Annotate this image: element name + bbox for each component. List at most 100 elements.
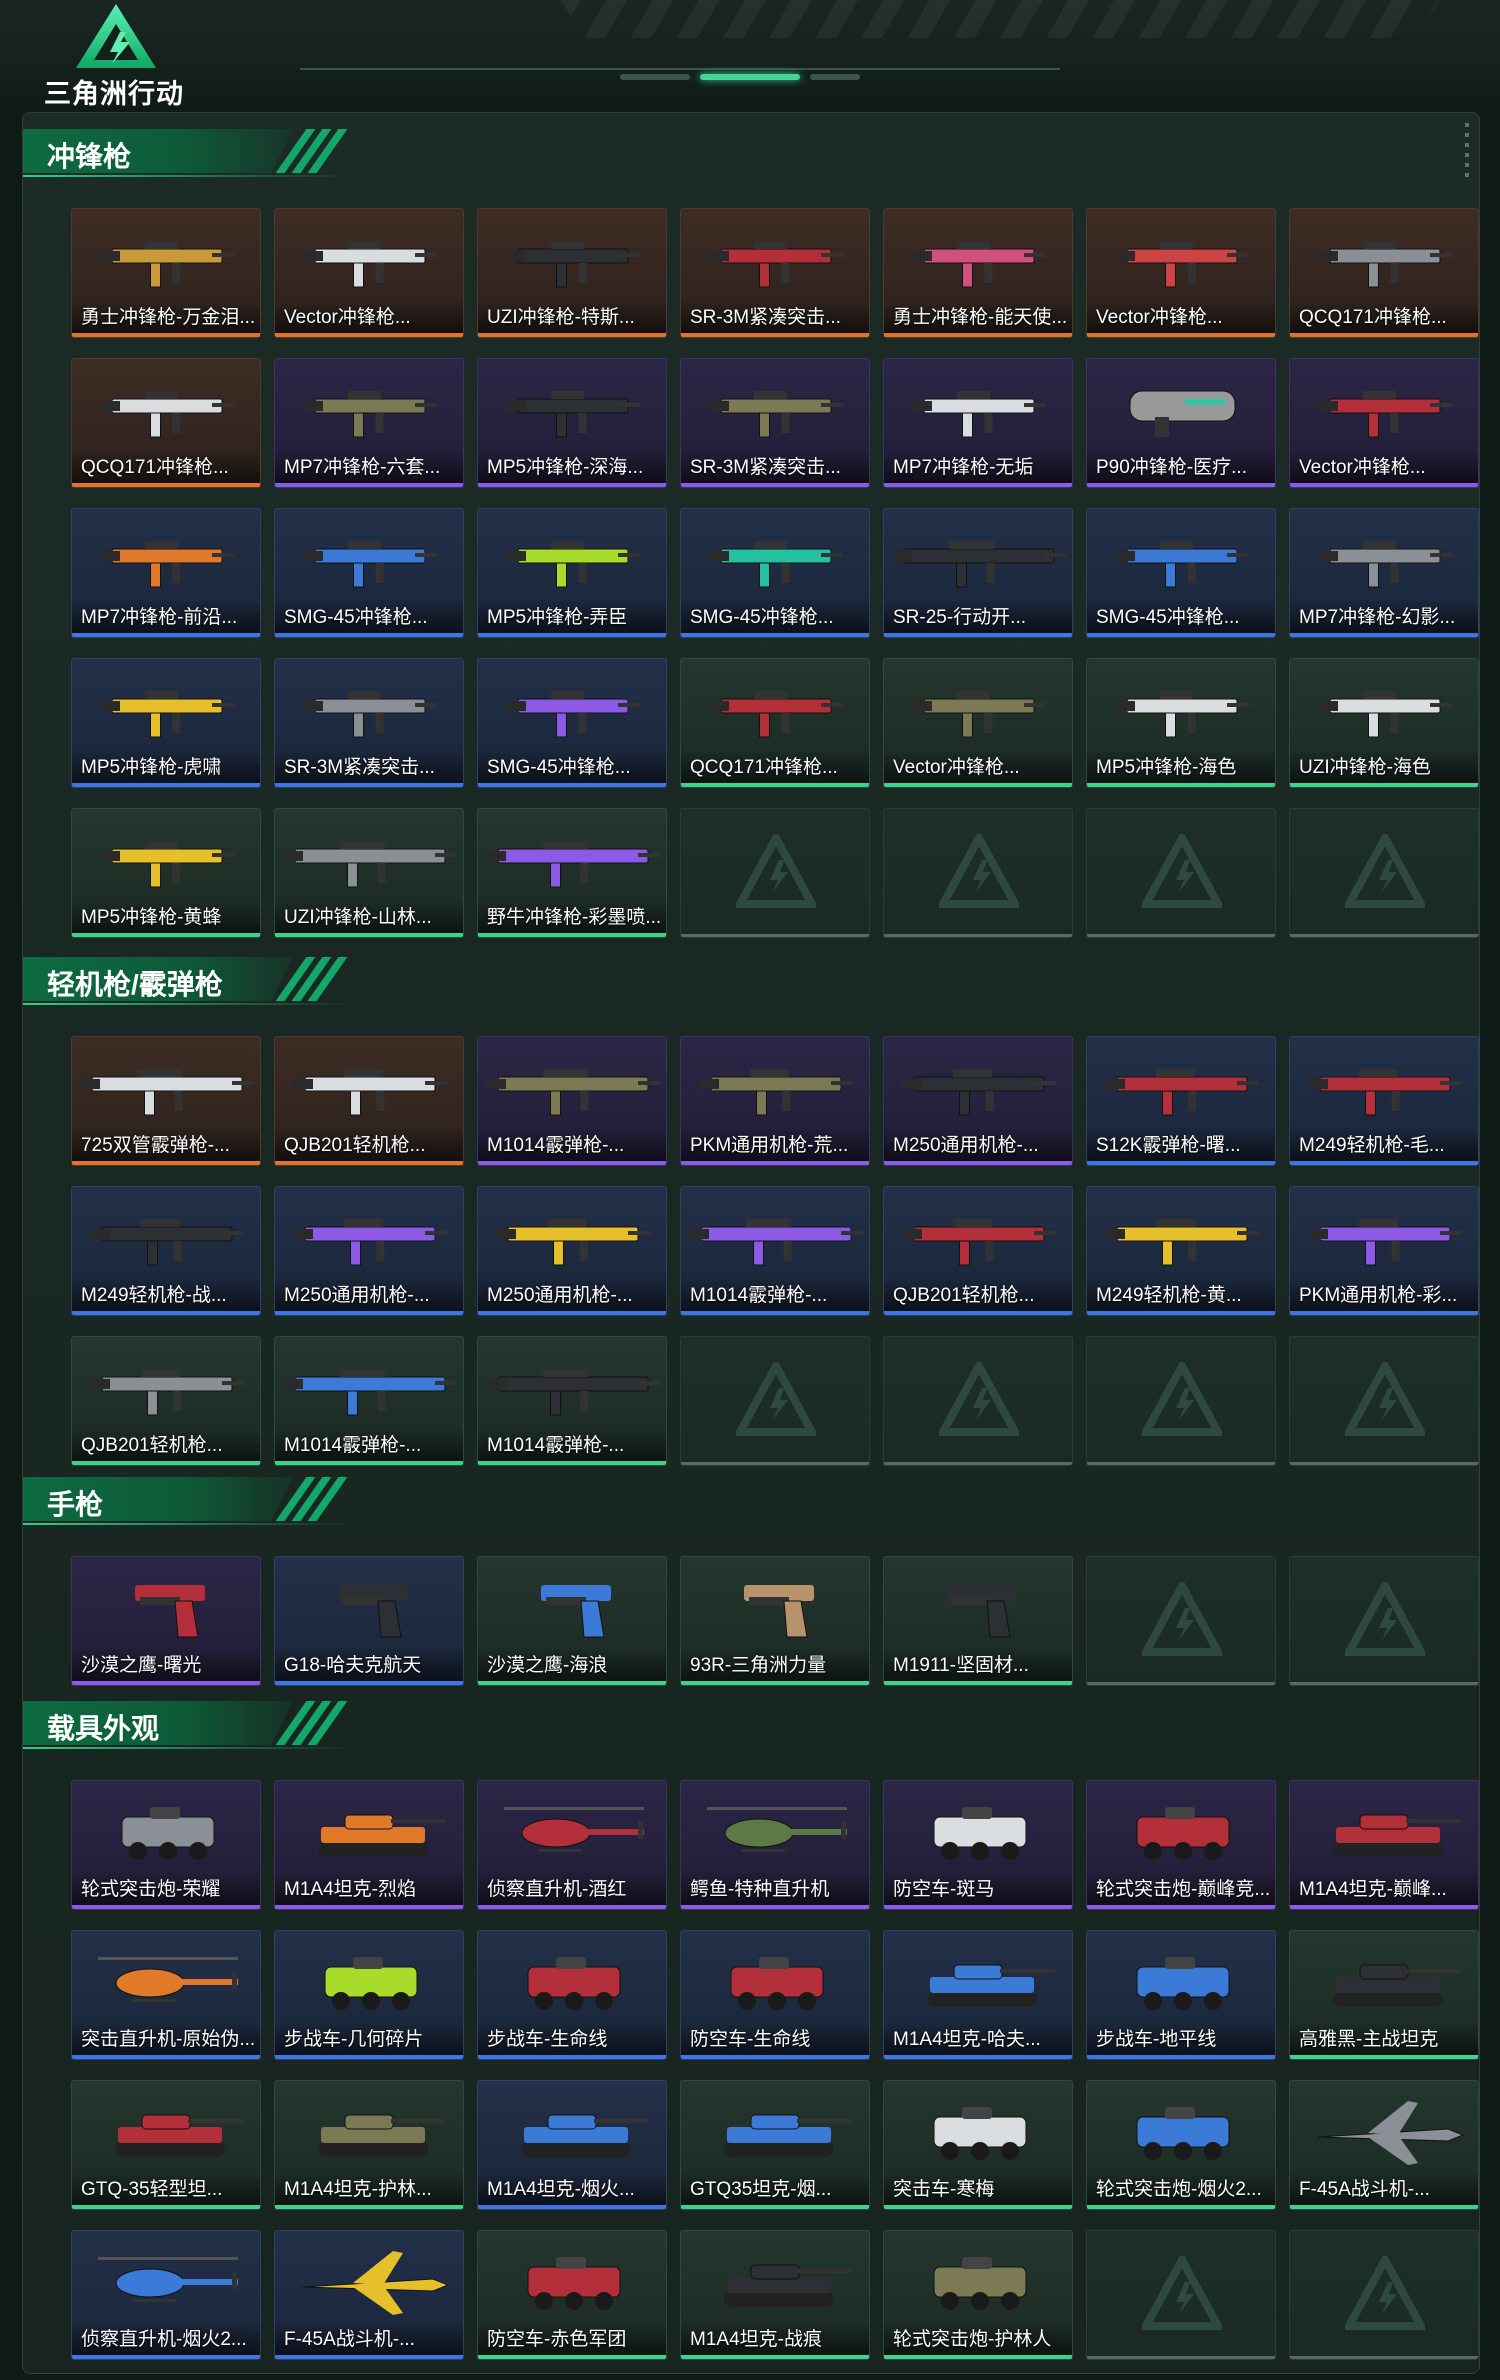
item-card[interactable]: M249轻机枪-黄... bbox=[1086, 1186, 1276, 1316]
item-card[interactable]: 轮式突击炮-护林人 bbox=[883, 2230, 1073, 2360]
item-card[interactable]: 鳄鱼-特种直升机 bbox=[680, 1780, 870, 1910]
item-card[interactable]: QJB201轻机枪... bbox=[71, 1336, 261, 1466]
item-card[interactable]: QCQ171冲锋枪... bbox=[1289, 208, 1479, 338]
item-card[interactable]: 步战车-地平线 bbox=[1086, 1930, 1276, 2060]
item-card[interactable]: M1014霰弹枪-... bbox=[680, 1186, 870, 1316]
item-card[interactable]: MP5冲锋枪-弄臣 bbox=[477, 508, 667, 638]
item-card[interactable]: M1911-坚固材... bbox=[883, 1556, 1073, 1686]
item-grid: 沙漠之鹰-曙光 G18-哈夫克航天 沙漠之鹰-海浪 93R-三角洲力量 M191… bbox=[71, 1556, 1479, 1686]
item-card[interactable]: MP7冲锋枪-六套... bbox=[274, 358, 464, 488]
item-card[interactable]: PKM通用机枪-彩... bbox=[1289, 1186, 1479, 1316]
item-card[interactable]: 沙漠之鹰-曙光 bbox=[71, 1556, 261, 1686]
item-card[interactable]: MP7冲锋枪-幻影... bbox=[1289, 508, 1479, 638]
item-card[interactable]: Vector冲锋枪... bbox=[1086, 208, 1276, 338]
item-card[interactable]: GTQ-35轻型坦... bbox=[71, 2080, 261, 2210]
item-card[interactable]: SMG-45冲锋枪... bbox=[274, 508, 464, 638]
lmg-violet-icon bbox=[1298, 1197, 1472, 1277]
item-grid: 勇士冲锋枪-万金泪... Vector冲锋枪... UZI冲锋枪-特斯... S… bbox=[71, 208, 1479, 938]
item-card[interactable]: 防空车-赤色军团 bbox=[477, 2230, 667, 2360]
smg-red-icon bbox=[689, 669, 863, 749]
item-card[interactable]: P90冲锋枪-医疗... bbox=[1086, 358, 1276, 488]
item-card[interactable]: Vector冲锋枪... bbox=[883, 658, 1073, 788]
item-card[interactable]: 突击车-寒梅 bbox=[883, 2080, 1073, 2210]
lmg-yellow-icon bbox=[486, 1197, 660, 1277]
item-card[interactable]: MP5冲锋枪-深海... bbox=[477, 358, 667, 488]
item-card[interactable]: 勇士冲锋枪-能天使... bbox=[883, 208, 1073, 338]
item-card[interactable]: UZI冲锋枪-特斯... bbox=[477, 208, 667, 338]
item-card[interactable]: M250通用机枪-... bbox=[477, 1186, 667, 1316]
item-card[interactable]: PKM通用机枪-荒... bbox=[680, 1036, 870, 1166]
item-card[interactable]: QCQ171冲锋枪... bbox=[680, 658, 870, 788]
item-label: M249轻机枪-黄... bbox=[1096, 1285, 1242, 1306]
item-card[interactable]: MP7冲锋枪-前沿... bbox=[71, 508, 261, 638]
item-card[interactable]: SR-25-行动开... bbox=[883, 508, 1073, 638]
item-card[interactable]: 防空车-斑马 bbox=[883, 1780, 1073, 1910]
item-card[interactable]: M1A4坦克-烟火... bbox=[477, 2080, 667, 2210]
item-card[interactable]: 轮式突击炮-烟火2... bbox=[1086, 2080, 1276, 2210]
item-card[interactable]: SMG-45冲锋枪... bbox=[1086, 508, 1276, 638]
item-card[interactable]: 93R-三角洲力量 bbox=[680, 1556, 870, 1686]
item-card[interactable]: UZI冲锋枪-海色 bbox=[1289, 658, 1479, 788]
item-card[interactable]: 侦察直升机-烟火2... bbox=[71, 2230, 261, 2360]
item-card[interactable]: 725双管霰弹枪-... bbox=[71, 1036, 261, 1166]
item-card[interactable]: M1A4坦克-哈夫... bbox=[883, 1930, 1073, 2060]
item-card[interactable]: 突击直升机-原始伪... bbox=[71, 1930, 261, 2060]
item-card[interactable]: M250通用机枪-... bbox=[274, 1186, 464, 1316]
item-card[interactable]: QJB201轻机枪... bbox=[883, 1186, 1073, 1316]
rifle-camo-icon bbox=[486, 1047, 660, 1127]
item-card[interactable]: M1014霰弹枪-... bbox=[477, 1036, 667, 1166]
vehicle-camo-icon bbox=[892, 2241, 1066, 2321]
item-card[interactable]: M249轻机枪-毛... bbox=[1289, 1036, 1479, 1166]
item-card[interactable]: F-45A战斗机-... bbox=[1289, 2080, 1479, 2210]
item-card[interactable]: Vector冲锋枪... bbox=[1289, 358, 1479, 488]
smg-blue-icon bbox=[1095, 519, 1269, 599]
item-card[interactable]: SR-3M紧凑突击... bbox=[680, 208, 870, 338]
rarity-bar bbox=[1290, 1311, 1478, 1315]
item-card[interactable]: 沙漠之鹰-海浪 bbox=[477, 1556, 667, 1686]
item-label: SMG-45冲锋枪... bbox=[487, 757, 631, 778]
item-card[interactable]: QCQ171冲锋枪... bbox=[71, 358, 261, 488]
item-card[interactable]: M250通用机枪-... bbox=[883, 1036, 1073, 1166]
item-card[interactable]: F-45A战斗机-... bbox=[274, 2230, 464, 2360]
logo-text: 三角洲行动 bbox=[44, 79, 184, 109]
item-card[interactable]: 野牛冲锋枪-彩墨喷... bbox=[477, 808, 667, 938]
item-card[interactable]: SR-3M紧凑突击... bbox=[274, 658, 464, 788]
smg-camo-icon bbox=[892, 669, 1066, 749]
item-card[interactable]: M1A4坦克-巅峰... bbox=[1289, 1780, 1479, 1910]
item-card[interactable]: 轮式突击炮-巅峰竞... bbox=[1086, 1780, 1276, 1910]
item-card[interactable]: 高雅黑-主战坦克 bbox=[1289, 1930, 1479, 2060]
rarity-bar bbox=[478, 2055, 666, 2059]
item-card[interactable]: QJB201轻机枪... bbox=[274, 1036, 464, 1166]
item-card[interactable]: S12K霰弹枪-曙... bbox=[1086, 1036, 1276, 1166]
item-card[interactable]: MP5冲锋枪-虎啸 bbox=[71, 658, 261, 788]
item-card[interactable]: G18-哈夫克航天 bbox=[274, 1556, 464, 1686]
item-card[interactable]: MP5冲锋枪-黄蜂 bbox=[71, 808, 261, 938]
item-card[interactable]: M1A4坦克-护林... bbox=[274, 2080, 464, 2210]
delta-emblem-icon bbox=[1139, 829, 1225, 914]
item-card[interactable]: 侦察直升机-酒红 bbox=[477, 1780, 667, 1910]
item-card[interactable]: 步战车-几何碎片 bbox=[274, 1930, 464, 2060]
item-label: Vector冲锋枪... bbox=[893, 757, 1020, 778]
item-label: SR-3M紧凑突击... bbox=[690, 307, 841, 328]
rarity-bar bbox=[275, 2055, 463, 2059]
item-card[interactable]: 轮式突击炮-荣耀 bbox=[71, 1780, 261, 1910]
item-card[interactable]: MP7冲锋枪-无垢 bbox=[883, 358, 1073, 488]
item-card[interactable]: M1A4坦克-烈焰 bbox=[274, 1780, 464, 1910]
item-card[interactable]: M1A4坦克-战痕 bbox=[680, 2230, 870, 2360]
item-card[interactable]: 防空车-生命线 bbox=[680, 1930, 870, 2060]
item-card[interactable]: M1014霰弹枪-... bbox=[477, 1336, 667, 1466]
item-card[interactable]: Vector冲锋枪... bbox=[274, 208, 464, 338]
item-card[interactable]: M1014霰弹枪-... bbox=[274, 1336, 464, 1466]
item-label: M249轻机枪-战... bbox=[81, 1285, 227, 1306]
item-card[interactable]: UZI冲锋枪-山林... bbox=[274, 808, 464, 938]
item-card[interactable]: GTQ35坦克-烟... bbox=[680, 2080, 870, 2210]
item-card[interactable]: 步战车-生命线 bbox=[477, 1930, 667, 2060]
item-card[interactable]: 勇士冲锋枪-万金泪... bbox=[71, 208, 261, 338]
scroll-indicator[interactable] bbox=[1465, 123, 1469, 183]
item-card[interactable]: SMG-45冲锋枪... bbox=[680, 508, 870, 638]
item-card[interactable]: M249轻机枪-战... bbox=[71, 1186, 261, 1316]
item-card[interactable]: MP5冲锋枪-海色 bbox=[1086, 658, 1276, 788]
item-card[interactable]: SMG-45冲锋枪... bbox=[477, 658, 667, 788]
rifle-dark-icon bbox=[892, 519, 1066, 599]
item-card[interactable]: SR-3M紧凑突击... bbox=[680, 358, 870, 488]
